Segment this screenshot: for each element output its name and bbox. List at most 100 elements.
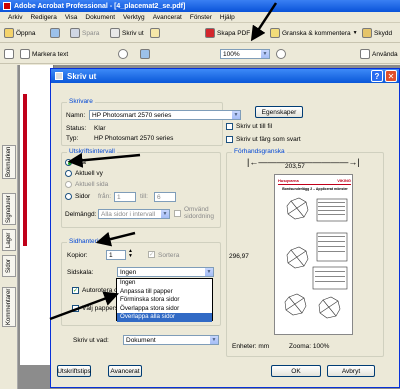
subset-label: Delmängd: [65,211,97,218]
printer-status-value: Klar [94,125,106,132]
save-button[interactable]: Spara [70,28,99,38]
scaling-select[interactable]: Ingen ▼ [117,267,214,277]
scaling-label: Sidskala: [67,269,94,276]
tab-bookmarks[interactable]: Bokmärken [2,145,16,179]
tab-layers[interactable]: Lager [2,229,16,251]
scaling-option-fit[interactable]: Anpassa till papper [117,288,212,297]
copies-spinner-icon[interactable]: ▲ ▼ [128,249,133,259]
menu-item-file[interactable]: Arkiv [8,14,22,21]
print-what-value: Dokument [126,336,156,344]
review-button[interactable]: Granska & kommentera ▼ [270,28,358,38]
create-pdf-button[interactable]: Skapa PDF ▼ [205,28,257,38]
scaling-dropdown-list: Ingen Anpassa till papper Förminska stor… [116,278,213,322]
collate-checkbox[interactable]: ✓ [148,251,155,258]
printer-icon [55,72,63,80]
scaling-value: Ingen [120,268,137,276]
copies-input[interactable]: 1 [106,250,126,260]
chevron-down-icon: ▼ [204,268,213,276]
range-pages-label: Sidor [75,193,91,200]
select-text-button[interactable]: Markera text [20,49,68,59]
printer-icon [110,28,120,38]
menu-item-advanced[interactable]: Avancerat [153,14,182,21]
scaling-option-tile-all[interactable]: Överlappa alla sidor [117,313,212,322]
zoom-in-icon [276,49,286,59]
range-from-input[interactable]: 1 [114,192,136,202]
print-to-file-checkbox[interactable] [226,123,233,130]
cancel-button[interactable]: Avbryt [327,365,375,377]
app-title: Adobe Acrobat Professional - [4_placemat… [14,2,186,10]
copies-label: Kopior: [67,252,88,259]
properties-button[interactable]: Egenskaper [255,106,303,118]
color-as-black-checkbox[interactable] [226,136,233,143]
open-button[interactable]: Öppna [4,28,36,38]
reverse-pages-checkbox[interactable] [174,210,181,217]
printer-group-title: Skrivare [67,98,95,105]
page-nav-buttons[interactable] [140,49,150,59]
printer-type-value: HP Photosmart 2570 series [94,135,174,142]
menubar: Arkiv Redigera Visa Dokument Verktyg Ava… [0,12,400,23]
range-current-page-label: Aktuell sida [75,181,109,188]
help-icon[interactable]: ? [371,70,383,82]
chevron-down-icon: ▼ [160,210,169,218]
advanced-button[interactable]: Avancerat [108,365,142,377]
preview-zoom-label: Zooma: 100% [289,343,330,350]
print-what-select[interactable]: Dokument ▼ [123,335,219,345]
zoom-tool-button[interactable] [118,49,128,59]
save-label: Spara [82,29,100,37]
secure-button[interactable]: Skydd [362,28,392,38]
subset-select[interactable]: Alla sidor i intervall ▼ [98,209,170,219]
chevron-down-icon: ▼ [352,30,358,36]
scaling-option-shrink[interactable]: Förminska stora sidor [117,296,212,305]
printing-tips-button[interactable]: Utskriftstips [57,365,91,377]
range-current-view-label: Aktuell vy [75,170,103,177]
use-button[interactable]: Använda [360,49,398,59]
email-button[interactable] [150,28,160,38]
scaling-option-tile-large[interactable]: Överlappa stora sidor [117,305,212,314]
lock-icon [362,28,372,38]
zoom-in-button[interactable] [276,49,286,59]
zoom-value: 100% [223,50,240,58]
printer-name-select[interactable]: HP Photosmart 2570 series ▼ [89,110,241,120]
preview-title: Förhandsgranska [232,148,287,155]
print-range-title: Utskriftsintervall [67,148,117,155]
page-handling-title: Sidhantering [67,238,108,245]
range-all-radio[interactable] [65,159,72,166]
preview-content-graphic [284,197,348,319]
range-to-input[interactable]: 6 [154,192,176,202]
close-icon[interactable]: ✕ [385,70,397,82]
tab-signatures[interactable]: Signaturer [2,193,16,225]
print-to-file-label: Skriv ut till fil [236,123,273,130]
menu-item-window[interactable]: Fönster [190,14,212,21]
menu-item-edit[interactable]: Redigera [30,14,56,21]
chevron-down-icon: ▼ [260,50,269,58]
zoom-select[interactable]: 100% ▼ [220,49,270,59]
hand-tool-button[interactable] [4,49,14,59]
select-text-label: Markera text [32,50,69,58]
navigation-panel: Bokmärken Signaturer Lager Sidor Komment… [0,65,18,389]
text-cursor-icon [20,49,30,59]
range-current-page-radio[interactable] [65,181,72,188]
range-pages-radio[interactable] [65,193,72,200]
organizer-icon [50,28,60,38]
ok-button[interactable]: OK [271,365,321,377]
print-button[interactable]: Skriv ut [110,28,144,38]
preview-page: Husqvarna VIKING Bordsunderlägg 2 – Appl… [274,174,353,335]
choose-paper-checkbox[interactable] [72,305,79,312]
organizer-button[interactable] [50,28,60,38]
menu-item-document[interactable]: Dokument [85,14,115,21]
toolbar-main: Öppna Spara Skriv ut Skapa PDF ▼ Granska… [0,23,400,43]
range-all-label: Alla [75,159,86,166]
app-titlebar: Adobe Acrobat Professional - [4_placemat… [0,0,400,12]
menu-item-view[interactable]: Visa [65,14,78,21]
print-dialog: Skriv ut ? ✕ Skrivare Namn: HP Photosmar… [50,68,400,388]
chevron-down-icon: ▼ [209,336,218,344]
menu-item-tools[interactable]: Verktyg [123,14,145,21]
autorotate-checkbox[interactable]: ✓ [72,287,79,294]
scaling-option-none[interactable]: Ingen [117,279,212,288]
printer-name-label: Namn: [66,112,86,119]
range-current-view-radio[interactable] [65,170,72,177]
autorotate-label: Autorotera o [82,287,118,294]
tab-comments[interactable]: Kommentarer [2,287,16,327]
menu-item-help[interactable]: Hjälp [220,14,235,21]
tab-pages[interactable]: Sidor [2,255,16,277]
